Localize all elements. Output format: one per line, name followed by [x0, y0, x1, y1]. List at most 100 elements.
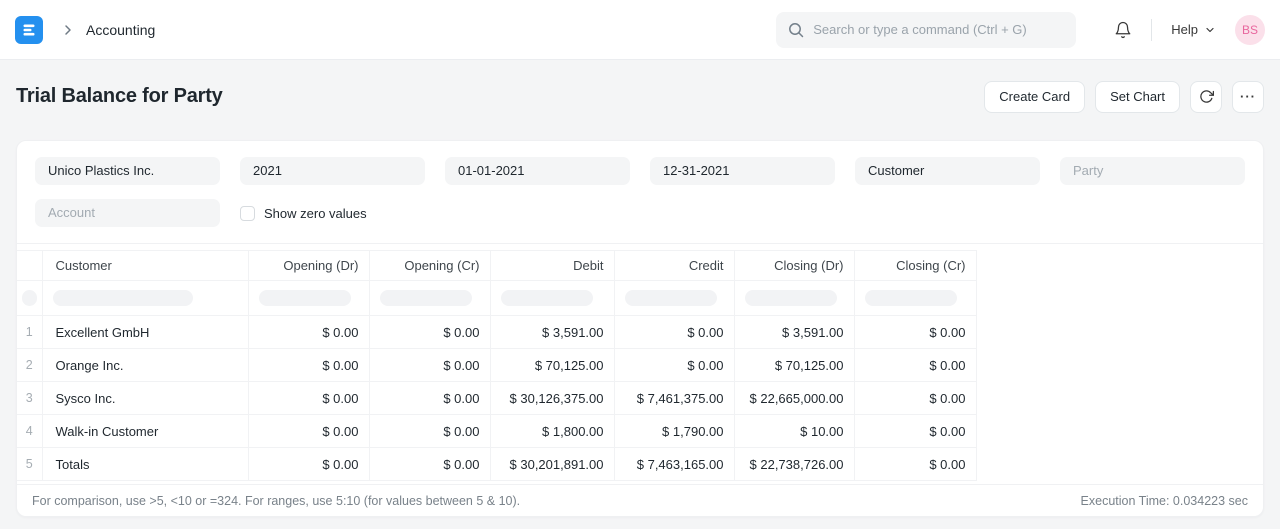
amount-cell[interactable]: $ 22,665,000.00	[734, 382, 854, 415]
help-menu[interactable]: Help	[1171, 22, 1216, 37]
amount-cell[interactable]: $ 0.00	[854, 382, 976, 415]
amount-cell[interactable]: $ 1,790.00	[614, 415, 734, 448]
erpnext-logo-glyph	[21, 22, 37, 38]
column-filter-cell	[854, 281, 976, 316]
column-filter-cell	[614, 281, 734, 316]
to-date-filter[interactable]: 12-31-2021	[650, 157, 835, 185]
row-number-header	[17, 251, 42, 281]
column-filter-cell	[369, 281, 490, 316]
show-zero-values-toggle[interactable]: Show zero values	[240, 206, 367, 221]
amount-cell[interactable]: $ 0.00	[854, 448, 976, 481]
amount-cell[interactable]: $ 7,461,375.00	[614, 382, 734, 415]
amount-cell[interactable]: $ 0.00	[614, 316, 734, 349]
column-filter-input[interactable]	[865, 290, 957, 306]
filter-row-1: Unico Plastics Inc. 2021 01-01-2021 12-3…	[35, 157, 1245, 185]
row-number: 3	[17, 382, 42, 415]
amount-cell[interactable]: $ 0.00	[369, 316, 490, 349]
column-header-opening-dr[interactable]: Opening (Dr)	[248, 251, 369, 281]
page-header: Trial Balance for Party Create Card Set …	[0, 60, 1280, 140]
column-filter-input[interactable]	[501, 290, 593, 306]
column-filter-input[interactable]	[53, 290, 193, 306]
column-filter-input[interactable]	[745, 290, 837, 306]
amount-cell[interactable]: $ 0.00	[369, 448, 490, 481]
amount-cell[interactable]: $ 0.00	[248, 415, 369, 448]
navbar-divider	[1151, 19, 1152, 41]
amount-cell[interactable]: $ 0.00	[369, 382, 490, 415]
help-label: Help	[1171, 22, 1198, 37]
amount-cell[interactable]: $ 0.00	[248, 349, 369, 382]
navbar: Accounting Search or type a command (Ctr…	[0, 0, 1280, 60]
column-header-debit[interactable]: Debit	[490, 251, 614, 281]
company-filter[interactable]: Unico Plastics Inc.	[35, 157, 220, 185]
report-footer: For comparison, use >5, <10 or =324. For…	[17, 484, 1263, 516]
amount-cell[interactable]: $ 0.00	[614, 349, 734, 382]
customer-cell[interactable]: Sysco Inc.	[42, 382, 248, 415]
column-header-closing-dr[interactable]: Closing (Dr)	[734, 251, 854, 281]
page-actions: Create Card Set Chart ···	[984, 81, 1264, 113]
amount-cell[interactable]: $ 30,126,375.00	[490, 382, 614, 415]
search-placeholder: Search or type a command (Ctrl + G)	[813, 22, 1027, 37]
amount-cell[interactable]: $ 22,738,726.00	[734, 448, 854, 481]
execution-time: Execution Time: 0.034223 sec	[1081, 494, 1248, 508]
filter-hint-text: For comparison, use >5, <10 or =324. For…	[32, 494, 520, 508]
party-type-filter[interactable]: Customer	[855, 157, 1040, 185]
amount-cell[interactable]: $ 0.00	[248, 382, 369, 415]
create-card-button[interactable]: Create Card	[984, 81, 1085, 113]
from-date-filter[interactable]: 01-01-2021	[445, 157, 630, 185]
fiscal-year-filter[interactable]: 2021	[240, 157, 425, 185]
column-filter-input[interactable]	[625, 290, 717, 306]
report-table-body: 1Excellent GmbH$ 0.00$ 0.00$ 3,591.00$ 0…	[17, 316, 976, 481]
notifications-button[interactable]	[1114, 21, 1132, 39]
customer-cell[interactable]: Excellent GmbH	[42, 316, 248, 349]
user-avatar[interactable]: BS	[1235, 15, 1265, 45]
chevron-down-icon	[1204, 24, 1216, 36]
customer-cell[interactable]: Totals	[42, 448, 248, 481]
row-number: 2	[17, 349, 42, 382]
refresh-button[interactable]	[1190, 81, 1222, 113]
amount-cell[interactable]: $ 0.00	[248, 448, 369, 481]
column-header-customer[interactable]: Customer	[42, 251, 248, 281]
table-row: 1Excellent GmbH$ 0.00$ 0.00$ 3,591.00$ 0…	[17, 316, 976, 349]
amount-cell[interactable]: $ 1,800.00	[490, 415, 614, 448]
column-header-credit[interactable]: Credit	[614, 251, 734, 281]
amount-cell[interactable]: $ 0.00	[369, 349, 490, 382]
amount-cell[interactable]: $ 0.00	[854, 415, 976, 448]
amount-cell[interactable]: $ 3,591.00	[490, 316, 614, 349]
amount-cell[interactable]: $ 0.00	[248, 316, 369, 349]
amount-cell[interactable]: $ 0.00	[854, 316, 976, 349]
amount-cell[interactable]: $ 3,591.00	[734, 316, 854, 349]
column-filter-cell	[734, 281, 854, 316]
bell-icon	[1114, 21, 1132, 39]
amount-cell[interactable]: $ 10.00	[734, 415, 854, 448]
column-filter-cell	[42, 281, 248, 316]
column-filter-cell	[248, 281, 369, 316]
set-chart-button[interactable]: Set Chart	[1095, 81, 1180, 113]
party-filter[interactable]: Party	[1060, 157, 1245, 185]
row-number: 1	[17, 316, 42, 349]
column-filter-input[interactable]	[259, 290, 351, 306]
breadcrumb[interactable]: Accounting	[86, 22, 155, 38]
amount-cell[interactable]: $ 30,201,891.00	[490, 448, 614, 481]
amount-cell[interactable]: $ 0.00	[854, 349, 976, 382]
amount-cell[interactable]: $ 70,125.00	[490, 349, 614, 382]
account-filter[interactable]: Account	[35, 199, 220, 227]
column-header-closing-cr[interactable]: Closing (Cr)	[854, 251, 976, 281]
erpnext-logo-icon[interactable]	[15, 16, 43, 44]
column-filter-input[interactable]	[380, 290, 472, 306]
ellipsis-icon: ···	[1240, 89, 1256, 104]
table-row: 4Walk-in Customer$ 0.00$ 0.00$ 1,800.00$…	[17, 415, 976, 448]
amount-cell[interactable]: $ 70,125.00	[734, 349, 854, 382]
amount-cell[interactable]: $ 0.00	[369, 415, 490, 448]
column-header-opening-cr[interactable]: Opening (Cr)	[369, 251, 490, 281]
search-icon	[788, 22, 804, 38]
column-filter-input[interactable]	[22, 290, 37, 306]
column-filter-cell	[17, 281, 42, 316]
page-title: Trial Balance for Party	[16, 85, 223, 108]
menu-button[interactable]: ···	[1232, 81, 1264, 113]
customer-cell[interactable]: Walk-in Customer	[42, 415, 248, 448]
amount-cell[interactable]: $ 7,463,165.00	[614, 448, 734, 481]
customer-cell[interactable]: Orange Inc.	[42, 349, 248, 382]
report-table-container: CustomerOpening (Dr)Opening (Cr)DebitCre…	[17, 250, 1263, 481]
show-zero-values-checkbox[interactable]	[240, 206, 255, 221]
global-search-input[interactable]: Search or type a command (Ctrl + G)	[776, 12, 1076, 48]
